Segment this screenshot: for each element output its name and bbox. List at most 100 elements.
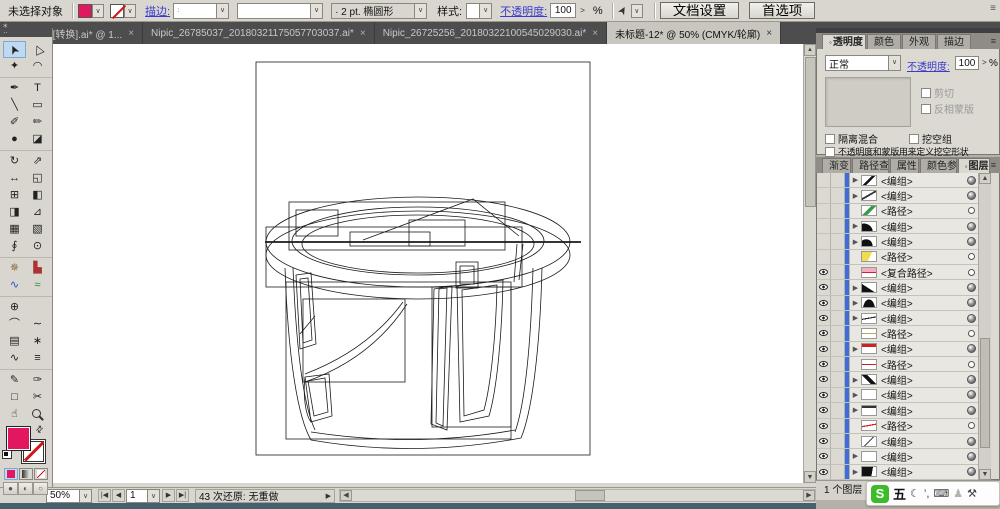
close-icon[interactable]: × (128, 28, 134, 39)
knockout-group-checkbox[interactable] (909, 133, 919, 144)
prev-artboard-button[interactable]: ◀ (112, 489, 125, 502)
layer-expand-arrow[interactable]: ▶ (850, 345, 861, 353)
direct-selection-tool[interactable]: ▷ (26, 41, 49, 58)
layer-target-icon[interactable] (965, 207, 977, 215)
layer-row[interactable]: ▶ <编组> (817, 280, 979, 296)
layer-target-icon[interactable] (965, 436, 977, 446)
measure-tool[interactable]: ✎ (3, 372, 26, 389)
layer-thumbnail[interactable] (861, 466, 877, 478)
layer-target-icon[interactable] (965, 268, 977, 276)
layer-thumbnail[interactable] (861, 220, 877, 232)
wrench-icon[interactable]: ⚒ (967, 487, 977, 500)
style-combo[interactable]: ∨ (466, 2, 493, 19)
layer-visibility-toggle[interactable] (817, 433, 831, 449)
chevron-down-icon[interactable]: ∨ (414, 3, 427, 18)
width-tool[interactable]: ↔ (3, 170, 26, 187)
layer-target-icon[interactable] (965, 313, 977, 323)
layer-thumbnail[interactable] (861, 205, 877, 217)
keyboard-icon[interactable]: ⌨ (933, 487, 949, 500)
layer-row[interactable]: ▶ <编组> (817, 188, 979, 204)
layer-thumbnail[interactable] (861, 404, 877, 416)
panel-menu-icon[interactable]: ≡ (991, 160, 996, 170)
symbol-sprayer-tool[interactable]: ✵ (3, 260, 26, 277)
layer-visibility-toggle[interactable] (817, 387, 831, 403)
layer-lock-toggle[interactable] (831, 219, 845, 234)
layer-label[interactable]: <路径> (881, 326, 965, 341)
layer-target-icon[interactable] (965, 298, 977, 308)
isolate-selection-icon[interactable]: ➤ (614, 3, 630, 18)
mesh-tool[interactable]: ▦ (3, 221, 26, 238)
column-graph-tool[interactable]: ▙ (26, 260, 49, 277)
document-tab[interactable]: Nipic_26725256_20180322100545029030.ai* × (374, 22, 608, 44)
layer-lock-toggle[interactable] (831, 234, 845, 249)
draw-normal-button[interactable]: ● (3, 482, 18, 495)
status-popup-icon[interactable]: ▶ (326, 492, 331, 500)
layer-label[interactable]: <编组> (881, 188, 965, 203)
perspective-grid-tool[interactable]: ⊿ (26, 204, 49, 221)
layer-target-icon[interactable] (965, 237, 977, 247)
layer-expand-arrow[interactable]: ▶ (850, 314, 861, 322)
gradient-tool[interactable]: ▧ (26, 221, 49, 238)
curvature-tool[interactable]: ≈ (26, 277, 49, 294)
user-icon[interactable]: ♟ (953, 487, 963, 500)
scroll-up-icon[interactable]: ▲ (804, 44, 816, 56)
opacity-stepper-icon[interactable]: > (580, 6, 585, 15)
opacity-input[interactable]: 100 (955, 56, 979, 70)
layer-lock-toggle[interactable] (831, 249, 845, 265)
ime-logo-icon[interactable]: S (871, 484, 889, 503)
scrollbar-thumb[interactable] (805, 57, 816, 207)
layer-target-icon[interactable] (965, 375, 977, 385)
document-tab[interactable]: Nipic_26785037_20180321175057703037.ai* × (143, 22, 375, 44)
layer-thumbnail[interactable] (861, 312, 877, 324)
tab2-0[interactable]: 渐变 (822, 158, 852, 173)
document-tab[interactable]: 未标题-12* @ 50% (CMYK/轮廓) × (607, 22, 782, 44)
document-setup-button[interactable]: 文档设置 (659, 2, 740, 19)
layer-label[interactable]: <路径> (881, 357, 965, 372)
close-icon[interactable]: × (766, 28, 772, 39)
chevron-down-icon[interactable]: ∨ (216, 3, 229, 18)
moon-icon[interactable]: ☾ (910, 487, 920, 500)
swap-fill-stroke-icon[interactable]: ⇄ (33, 423, 46, 436)
zoom-tool[interactable] (26, 406, 49, 423)
layer-row[interactable]: ▶ <编组> (817, 372, 979, 388)
grid-tool[interactable]: ▤ (3, 333, 26, 350)
crystallize-tool[interactable]: ⊕ (3, 299, 26, 316)
artboard-tool[interactable]: □ (3, 389, 26, 406)
layer-thumbnail[interactable] (861, 266, 877, 278)
layer-thumbnail[interactable] (861, 435, 877, 447)
layer-expand-arrow[interactable]: ▶ (850, 299, 861, 307)
layer-label[interactable]: <编组> (881, 341, 965, 356)
object-thumbnail-well[interactable] (825, 77, 911, 127)
tab2-3[interactable]: 颜色参 (919, 158, 957, 173)
paintbrush-tool[interactable]: ✐ (3, 114, 26, 131)
layer-target-icon[interactable] (965, 253, 977, 261)
layer-lock-toggle[interactable] (831, 280, 845, 295)
layer-target-icon[interactable] (965, 451, 977, 461)
layer-visibility-toggle[interactable] (817, 418, 831, 433)
layer-target-icon[interactable] (965, 191, 977, 201)
ime-toolbar[interactable]: S 五 ☾ ’, ⌨ ♟ ⚒ (866, 481, 1000, 506)
gradient-mode-button[interactable] (19, 468, 33, 480)
layer-row[interactable]: ▶ <编组> (817, 449, 979, 465)
scale-tool[interactable]: ⇗ (26, 153, 49, 170)
opacity-input[interactable]: 100 (550, 3, 577, 18)
layer-expand-arrow[interactable]: ▶ (850, 452, 861, 460)
layer-thumbnail[interactable] (861, 236, 877, 248)
layer-row[interactable]: <路径> (817, 357, 979, 373)
layer-expand-arrow[interactable]: ▶ (850, 238, 861, 246)
layer-label[interactable]: <编组> (881, 387, 965, 402)
layer-visibility-toggle[interactable] (817, 357, 831, 372)
layer-label[interactable]: <路径> (881, 418, 965, 433)
layer-thumbnail[interactable] (861, 297, 877, 309)
layer-thumbnail[interactable] (861, 174, 877, 186)
chevron-down-icon[interactable]: ∨ (888, 56, 900, 70)
layer-label[interactable]: <编组> (881, 403, 965, 418)
first-artboard-button[interactable]: |◀ (98, 489, 111, 502)
layer-visibility-toggle[interactable] (817, 341, 831, 357)
layer-lock-toggle[interactable] (831, 173, 845, 188)
layer-lock-toggle[interactable] (831, 326, 845, 341)
layer-row[interactable]: <编组> (817, 433, 979, 450)
layer-row[interactable]: <复合路径> (817, 265, 979, 281)
slice-tool[interactable]: ✂ (26, 389, 49, 406)
layer-row[interactable]: ▶ <编组> (817, 295, 979, 312)
